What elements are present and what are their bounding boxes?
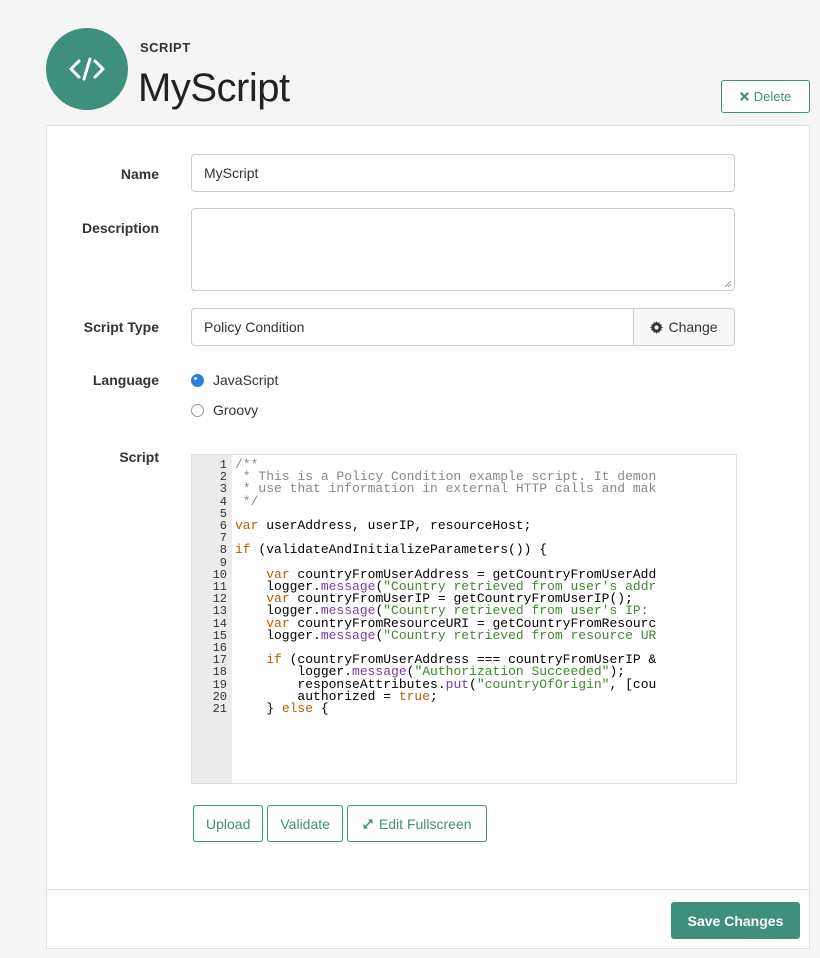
page-title: MyScript bbox=[138, 66, 290, 110]
script-type-value: Policy Condition bbox=[204, 319, 305, 335]
footer-divider bbox=[47, 889, 809, 890]
script-code-icon bbox=[46, 28, 128, 110]
script-code[interactable]: /** * This is a Policy Condition example… bbox=[235, 458, 657, 717]
validate-label: Validate bbox=[280, 815, 330, 832]
script-type-group: Policy Condition Change bbox=[191, 308, 735, 346]
line-number: 3 bbox=[219, 482, 227, 497]
script-label: Script bbox=[119, 449, 159, 465]
name-field[interactable]: MyScript bbox=[191, 154, 735, 192]
edit-fullscreen-label: Edit Fullscreen bbox=[378, 815, 472, 832]
change-script-type-button[interactable]: Change bbox=[633, 309, 734, 345]
edit-fullscreen-button[interactable]: Edit Fullscreen bbox=[346, 805, 487, 842]
delete-button[interactable]: Delete bbox=[721, 80, 810, 113]
script-type-label: Script Type bbox=[83, 319, 159, 335]
code-line: */ bbox=[235, 493, 259, 509]
delete-label: Delete bbox=[753, 89, 792, 104]
javascript-label: JavaScript bbox=[213, 372, 279, 388]
validate-button[interactable]: Validate bbox=[267, 805, 343, 842]
line-number: 14 bbox=[212, 616, 227, 631]
script-form-card: Name MyScript Description Script Type Po… bbox=[46, 125, 810, 949]
expand-icon bbox=[363, 818, 373, 829]
line-number: 13 bbox=[212, 604, 227, 619]
code-line: } else { bbox=[235, 701, 329, 717]
line-number: 18 bbox=[212, 665, 227, 680]
script-editor[interactable]: 1 2 3 4 5 6 7 8 9 10 11 12 13 14 15 16 17 18 19 20 21 /** * … bbox=[191, 454, 737, 784]
code-line: logger.message("Country retrieved from r… bbox=[235, 627, 657, 643]
close-icon bbox=[739, 92, 749, 101]
code-line: if (validateAndInitializeParameters()) { bbox=[235, 542, 548, 558]
code-line: * use that information in external HTTP … bbox=[235, 481, 657, 497]
line-number: 8 bbox=[219, 543, 227, 558]
line-number: 21 bbox=[212, 702, 227, 717]
line-number: 9 bbox=[219, 555, 227, 570]
language-option-javascript[interactable]: JavaScript bbox=[191, 372, 278, 388]
upload-label: Upload bbox=[206, 815, 251, 832]
groovy-radio[interactable] bbox=[191, 403, 204, 417]
code-icon bbox=[69, 57, 105, 81]
script-actions: Upload Validate Edit Fullscreen bbox=[193, 805, 487, 842]
page-kicker: SCRIPT bbox=[140, 40, 191, 55]
resize-grip-icon[interactable] bbox=[723, 279, 732, 288]
code-line: var userAddress, userIP, resourceHost; bbox=[235, 518, 532, 534]
line-number-gutter: 1 2 3 4 5 6 7 8 9 10 11 12 13 14 15 16 17 18 19 20 21 bbox=[192, 455, 232, 783]
line-number: 4 bbox=[219, 494, 227, 509]
gear-icon bbox=[650, 320, 664, 334]
description-field[interactable] bbox=[191, 208, 735, 291]
language-option-groovy[interactable]: Groovy bbox=[191, 402, 258, 418]
name-label: Name bbox=[120, 166, 159, 182]
save-changes-label: Save Changes bbox=[687, 912, 784, 929]
groovy-label: Groovy bbox=[213, 402, 259, 418]
javascript-radio[interactable] bbox=[191, 373, 204, 387]
upload-button[interactable]: Upload bbox=[193, 805, 264, 842]
save-changes-button[interactable]: Save Changes bbox=[671, 902, 800, 939]
language-label: Language bbox=[92, 372, 159, 388]
description-label: Description bbox=[81, 220, 159, 236]
change-label: Change bbox=[668, 319, 718, 335]
